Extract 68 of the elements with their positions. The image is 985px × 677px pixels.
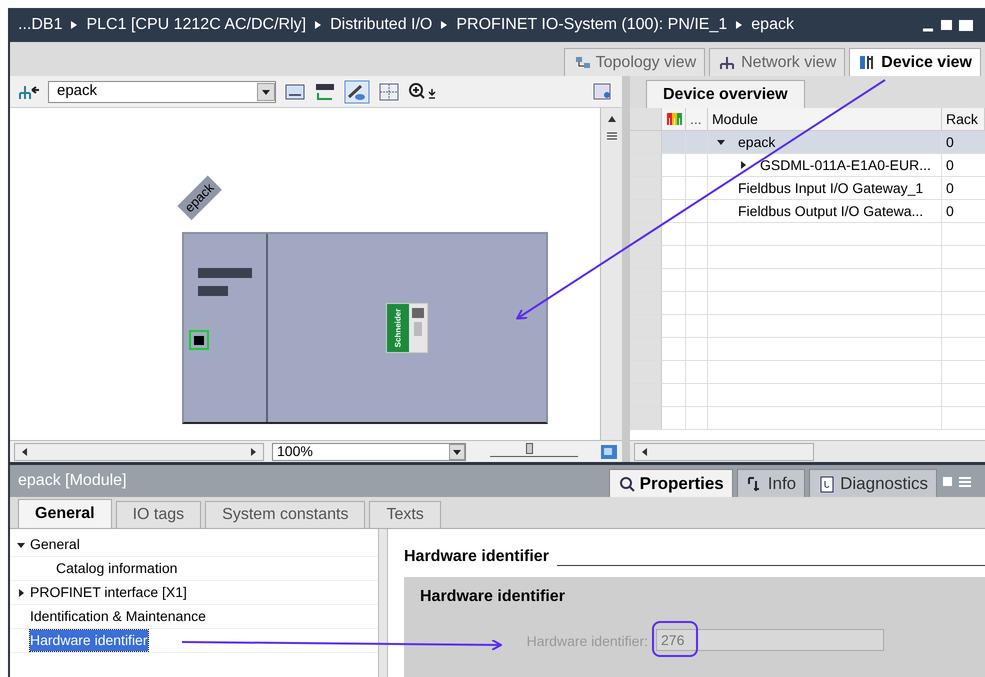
chevron-right-icon (440, 20, 448, 30)
breadcrumb-item[interactable]: ...DB1 (18, 13, 62, 37)
view-tab[interactable]: Network view (709, 48, 846, 76)
view-toggle-icon[interactable] (344, 80, 370, 104)
table-cell-text: 0 (946, 132, 954, 152)
sub-tab[interactable]: General (18, 499, 112, 528)
sub-tab[interactable]: Texts (369, 501, 441, 528)
device-dropdown[interactable]: epack (48, 80, 276, 102)
module-drawing: Schneider (386, 303, 428, 353)
table-row[interactable]: GSDML-011A-E1A0-EUR... 0 (630, 154, 985, 177)
slider-thumb[interactable] (526, 442, 534, 454)
zoom-slider[interactable] (490, 440, 578, 456)
device-overview-tab[interactable]: Device overview (646, 80, 805, 108)
inspector-tab[interactable]: Diagnostics (809, 469, 937, 497)
label-bar (198, 286, 228, 296)
zoom-dropdown[interactable]: 100% (272, 442, 466, 460)
view-tab[interactable]: Device view (849, 48, 981, 76)
sub-tab[interactable]: System constants (205, 501, 366, 528)
table-row[interactable]: Fieldbus Output I/O Gatewa... 0 (630, 200, 985, 223)
port-icon (189, 330, 209, 350)
sub-tab[interactable]: IO tags (116, 501, 202, 528)
breadcrumb-item[interactable]: PLC1 [CPU 1212C AC/DC/Rly] (86, 13, 306, 37)
expander-icon[interactable] (738, 160, 748, 170)
column-header[interactable]: Rack (942, 108, 985, 130)
table-cell-text: 0 (946, 178, 954, 198)
horizontal-scrollbar[interactable] (14, 442, 264, 460)
chevron-right-icon (735, 20, 744, 30)
expander-icon[interactable] (16, 588, 26, 598)
grid-icon[interactable] (378, 82, 400, 102)
tree-item[interactable]: Catalog information (56, 558, 178, 579)
table-cell-text: 0 (946, 156, 954, 174)
section-title: Hardware identifier (404, 547, 549, 567)
tree-item[interactable]: Hardware identifier (30, 630, 148, 651)
breadcrumb-item[interactable]: epack (751, 13, 794, 37)
table-row[interactable]: epack 0 (630, 131, 985, 154)
table-cell-text: epack (738, 132, 776, 152)
menu-icon[interactable] (604, 130, 618, 142)
expander-icon[interactable] (716, 137, 726, 147)
table-cell-text: Fieldbus Output I/O Gatewa... (738, 202, 924, 221)
inspector-tab[interactable]: Info (736, 469, 806, 497)
inspector-title: epack [Module] (18, 471, 127, 491)
column-header[interactable]: ... (686, 108, 708, 130)
table-cell-text: Fieldbus Input I/O Gateway_1 (738, 178, 924, 198)
stretch-icon[interactable] (284, 82, 306, 102)
tree-item[interactable]: Identification & Maintenance (30, 606, 206, 627)
table-cell-text: 0 (946, 202, 954, 220)
tab-icon (618, 474, 636, 492)
breadcrumb-item[interactable]: PROFINET IO-System (100): PN/IE_1 (456, 13, 728, 37)
column-header[interactable]: Module (708, 108, 942, 130)
vertical-scrollbar[interactable] (600, 108, 622, 440)
tree-item[interactable]: General (30, 534, 80, 555)
status-icon (664, 111, 682, 127)
horizontal-scrollbar[interactable] (634, 442, 814, 460)
tree-item[interactable]: PROFINET interface [X1] (30, 582, 187, 603)
dropdown-caret-icon (449, 444, 465, 460)
overview-icon[interactable] (600, 444, 618, 460)
label-bar (198, 268, 252, 278)
view-tab[interactable]: Topology view (564, 48, 706, 76)
group-title: Hardware identifier (420, 587, 566, 607)
chevron-right-icon (70, 20, 78, 30)
table-row[interactable]: Fieldbus Input I/O Gateway_1 0 (630, 177, 985, 200)
chevron-right-icon (314, 20, 322, 30)
breadcrumb-item[interactable]: Distributed I/O (330, 13, 432, 37)
table-cell-text: GSDML-011A-E1A0-EUR... (760, 156, 931, 174)
dropdown-caret-icon (257, 82, 275, 100)
rename-icon[interactable] (314, 82, 336, 102)
tab-icon (818, 474, 836, 492)
inspector-tab[interactable]: Properties (608, 469, 733, 497)
